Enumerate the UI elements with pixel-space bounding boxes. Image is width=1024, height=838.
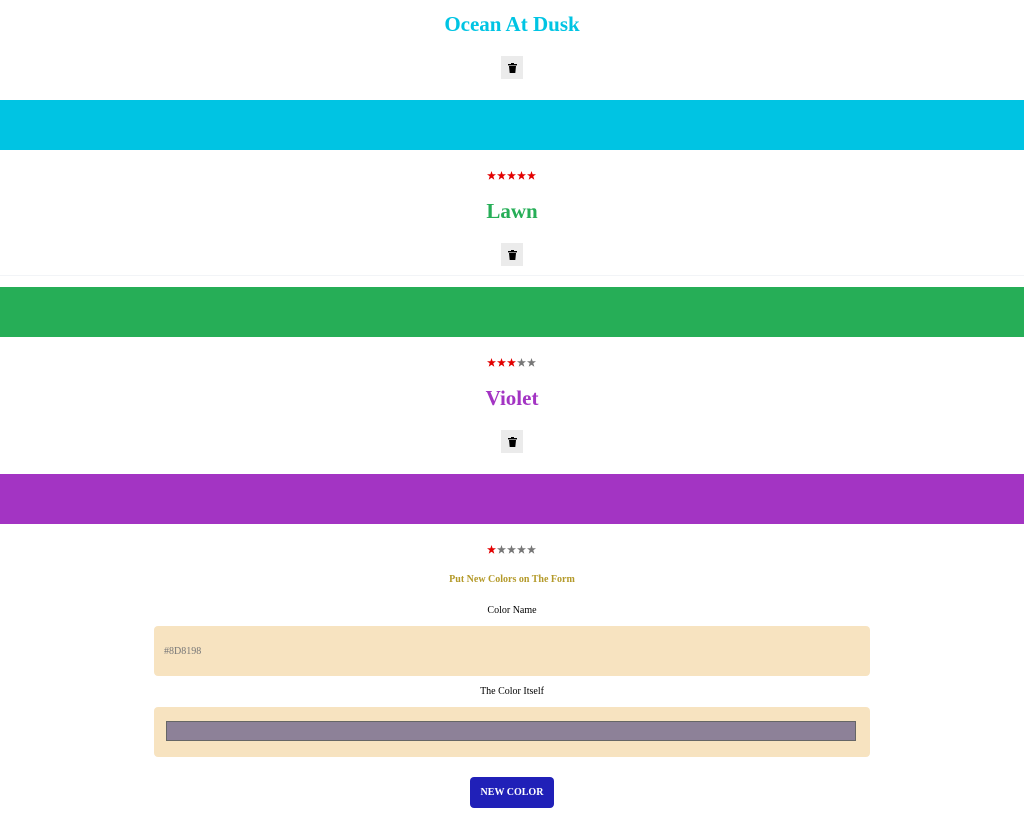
star-rating (487, 171, 536, 180)
star-icon[interactable] (507, 358, 516, 367)
trash-icon (507, 249, 517, 260)
star-icon[interactable] (527, 171, 536, 180)
color-title: Lawn (486, 199, 538, 223)
divider (0, 275, 1024, 276)
star-icon[interactable] (487, 545, 496, 554)
color-swatch (0, 287, 1024, 337)
delete-color-button[interactable] (501, 430, 523, 453)
color-title: Violet (485, 386, 539, 410)
star-icon[interactable] (497, 358, 506, 367)
star-icon[interactable] (527, 358, 536, 367)
color-swatch (0, 100, 1024, 150)
delete-color-button[interactable] (501, 243, 523, 266)
star-rating (487, 358, 536, 367)
color-value-label: The Color Itself (480, 686, 544, 697)
trash-icon (507, 62, 517, 73)
star-icon[interactable] (507, 545, 516, 554)
star-icon[interactable] (497, 171, 506, 180)
star-icon[interactable] (527, 545, 536, 554)
color-title: Ocean At Dusk (444, 12, 580, 36)
new-color-button[interactable]: NEW COLOR (470, 777, 554, 808)
color-picker-field-box (154, 707, 870, 757)
star-icon[interactable] (517, 358, 526, 367)
star-icon[interactable] (487, 171, 496, 180)
color-name-field-box (154, 626, 870, 676)
star-icon[interactable] (517, 545, 526, 554)
star-rating (487, 545, 536, 554)
delete-color-button[interactable] (501, 56, 523, 79)
star-icon[interactable] (517, 171, 526, 180)
color-picker-input[interactable] (166, 721, 856, 741)
color-swatch (0, 474, 1024, 524)
star-icon[interactable] (507, 171, 516, 180)
star-icon[interactable] (497, 545, 506, 554)
star-icon[interactable] (487, 358, 496, 367)
color-name-input[interactable] (154, 626, 870, 676)
trash-icon (507, 436, 517, 447)
form-heading: Put New Colors on The Form (449, 574, 575, 585)
color-name-label: Color Name (487, 605, 537, 616)
